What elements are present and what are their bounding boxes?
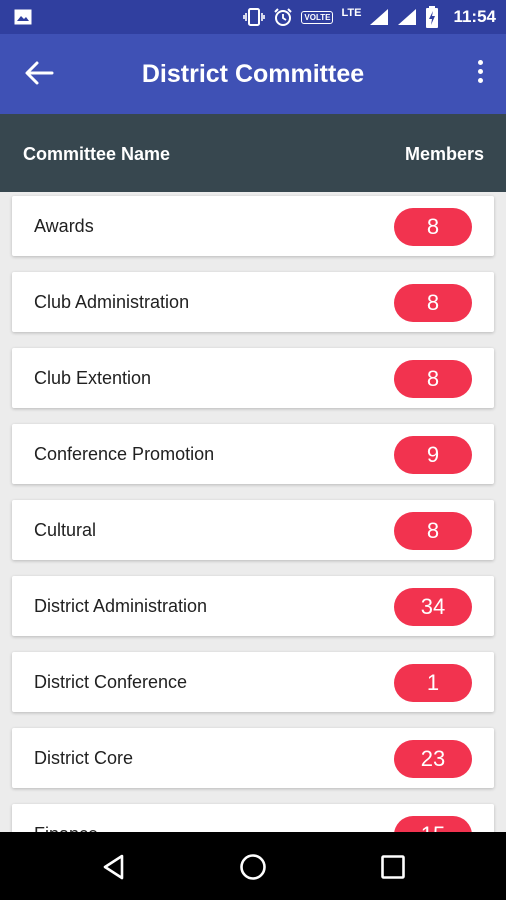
list-item[interactable]: Club Administration 8 xyxy=(12,272,494,332)
more-vert-icon xyxy=(474,60,486,83)
committee-name: Club Administration xyxy=(34,292,190,312)
back-triangle-icon xyxy=(103,854,124,880)
signal-icon xyxy=(398,9,417,25)
signal-icon xyxy=(370,9,389,25)
committee-name: Finance xyxy=(34,804,98,832)
list-item[interactable]: Conference Promotion 9 xyxy=(12,424,494,484)
member-count-badge: 8 xyxy=(394,284,472,322)
app-bar: District Committee xyxy=(0,34,506,114)
alarm-icon xyxy=(274,8,293,26)
list-item[interactable]: Cultural 8 xyxy=(12,500,494,560)
more-options-button[interactable] xyxy=(474,60,486,90)
members-header: Members xyxy=(404,144,484,164)
nav-back-button[interactable] xyxy=(99,852,129,882)
committee-name: Cultural xyxy=(34,520,97,540)
recents-square-icon xyxy=(381,855,405,879)
member-count-badge: 34 xyxy=(394,588,472,626)
committee-name: District Administration xyxy=(34,596,208,616)
home-circle-icon xyxy=(240,854,266,880)
member-count-badge: 1 xyxy=(394,664,472,702)
list-item[interactable]: District Core 23 xyxy=(12,728,494,788)
status-time: 11:54 xyxy=(453,7,496,26)
list-item[interactable]: Awards 8 xyxy=(12,196,494,256)
committee-name: District Core xyxy=(34,748,134,768)
member-count-badge: 8 xyxy=(394,360,472,398)
status-bar: VOLTE LTE 11:54 xyxy=(0,0,506,34)
table-header: Committee Name Members xyxy=(0,114,506,192)
committee-list[interactable]: Awards 8 Club Administration 8 Club Exte… xyxy=(0,192,506,832)
member-count-badge: 9 xyxy=(394,436,472,474)
member-count-badge: 8 xyxy=(394,208,472,246)
committee-name-header: Committee Name xyxy=(23,144,171,164)
list-item[interactable]: District Conference 1 xyxy=(12,652,494,712)
committee-name: Awards xyxy=(34,216,94,236)
member-count-badge: 23 xyxy=(394,740,472,778)
navigation-bar xyxy=(0,832,506,900)
vibrate-icon xyxy=(243,8,266,26)
volte-indicator: VOLTE xyxy=(301,10,334,24)
page-title: District Committee xyxy=(141,60,365,88)
committee-name: Club Extention xyxy=(34,368,152,388)
nav-home-button[interactable] xyxy=(238,852,268,882)
committee-name: District Conference xyxy=(34,672,188,692)
list-item[interactable]: Club Extention 8 xyxy=(12,348,494,408)
list-item[interactable]: District Administration 34 xyxy=(12,576,494,636)
committee-name: Conference Promotion xyxy=(34,444,215,464)
network-type: LTE xyxy=(341,7,362,19)
member-count-badge: 8 xyxy=(394,512,472,550)
image-icon xyxy=(14,9,32,25)
list-item[interactable]: Finance 15 xyxy=(12,804,494,832)
nav-recents-button[interactable] xyxy=(378,852,408,882)
battery-charging-icon xyxy=(426,6,439,28)
member-count-badge: 15 xyxy=(394,816,472,832)
